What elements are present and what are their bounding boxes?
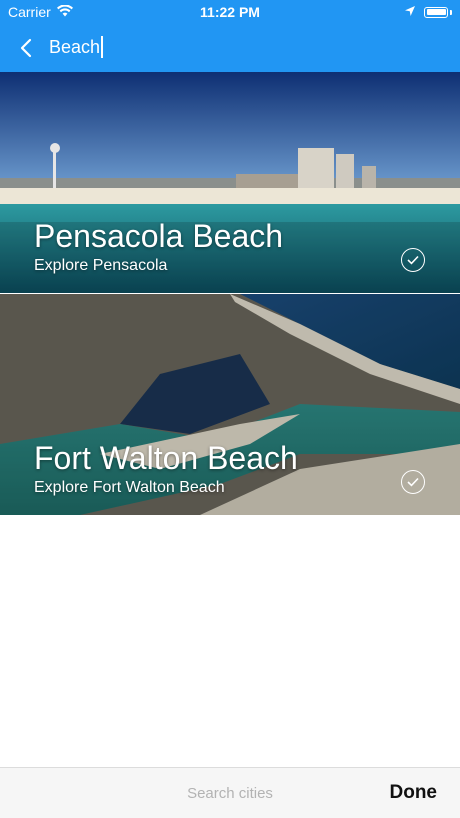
check-circle-icon[interactable] [401,248,425,272]
status-bar: Carrier 11:22 PM [0,0,460,24]
chevron-left-icon [20,38,32,58]
city-card-pensacola[interactable]: Pensacola Beach Explore Pensacola [0,72,460,293]
location-arrow-icon [404,4,416,20]
city-card-fort-walton[interactable]: Fort Walton Beach Explore Fort Walton Be… [0,294,460,515]
city-title: Pensacola Beach [34,218,284,254]
city-subtitle: Explore Pensacola [34,257,168,274]
search-input[interactable]: Beach [49,36,104,58]
status-right [404,4,452,20]
back-button[interactable] [12,34,40,62]
city-subtitle: Explore Fort Walton Beach [34,479,225,496]
battery-tip [450,9,452,15]
bottom-toolbar: Search cities Done [0,767,460,818]
app-header: Carrier 11:22 PM Beach [0,0,460,72]
city-title: Fort Walton Beach [34,440,298,476]
done-button[interactable]: Done [390,782,438,804]
text-caret [101,36,104,58]
status-time: 11:22 PM [200,4,260,20]
search-query-text: Beach [49,36,101,57]
check-circle-icon[interactable] [401,470,425,494]
search-bar: Beach [0,28,460,68]
battery-icon [424,6,448,18]
